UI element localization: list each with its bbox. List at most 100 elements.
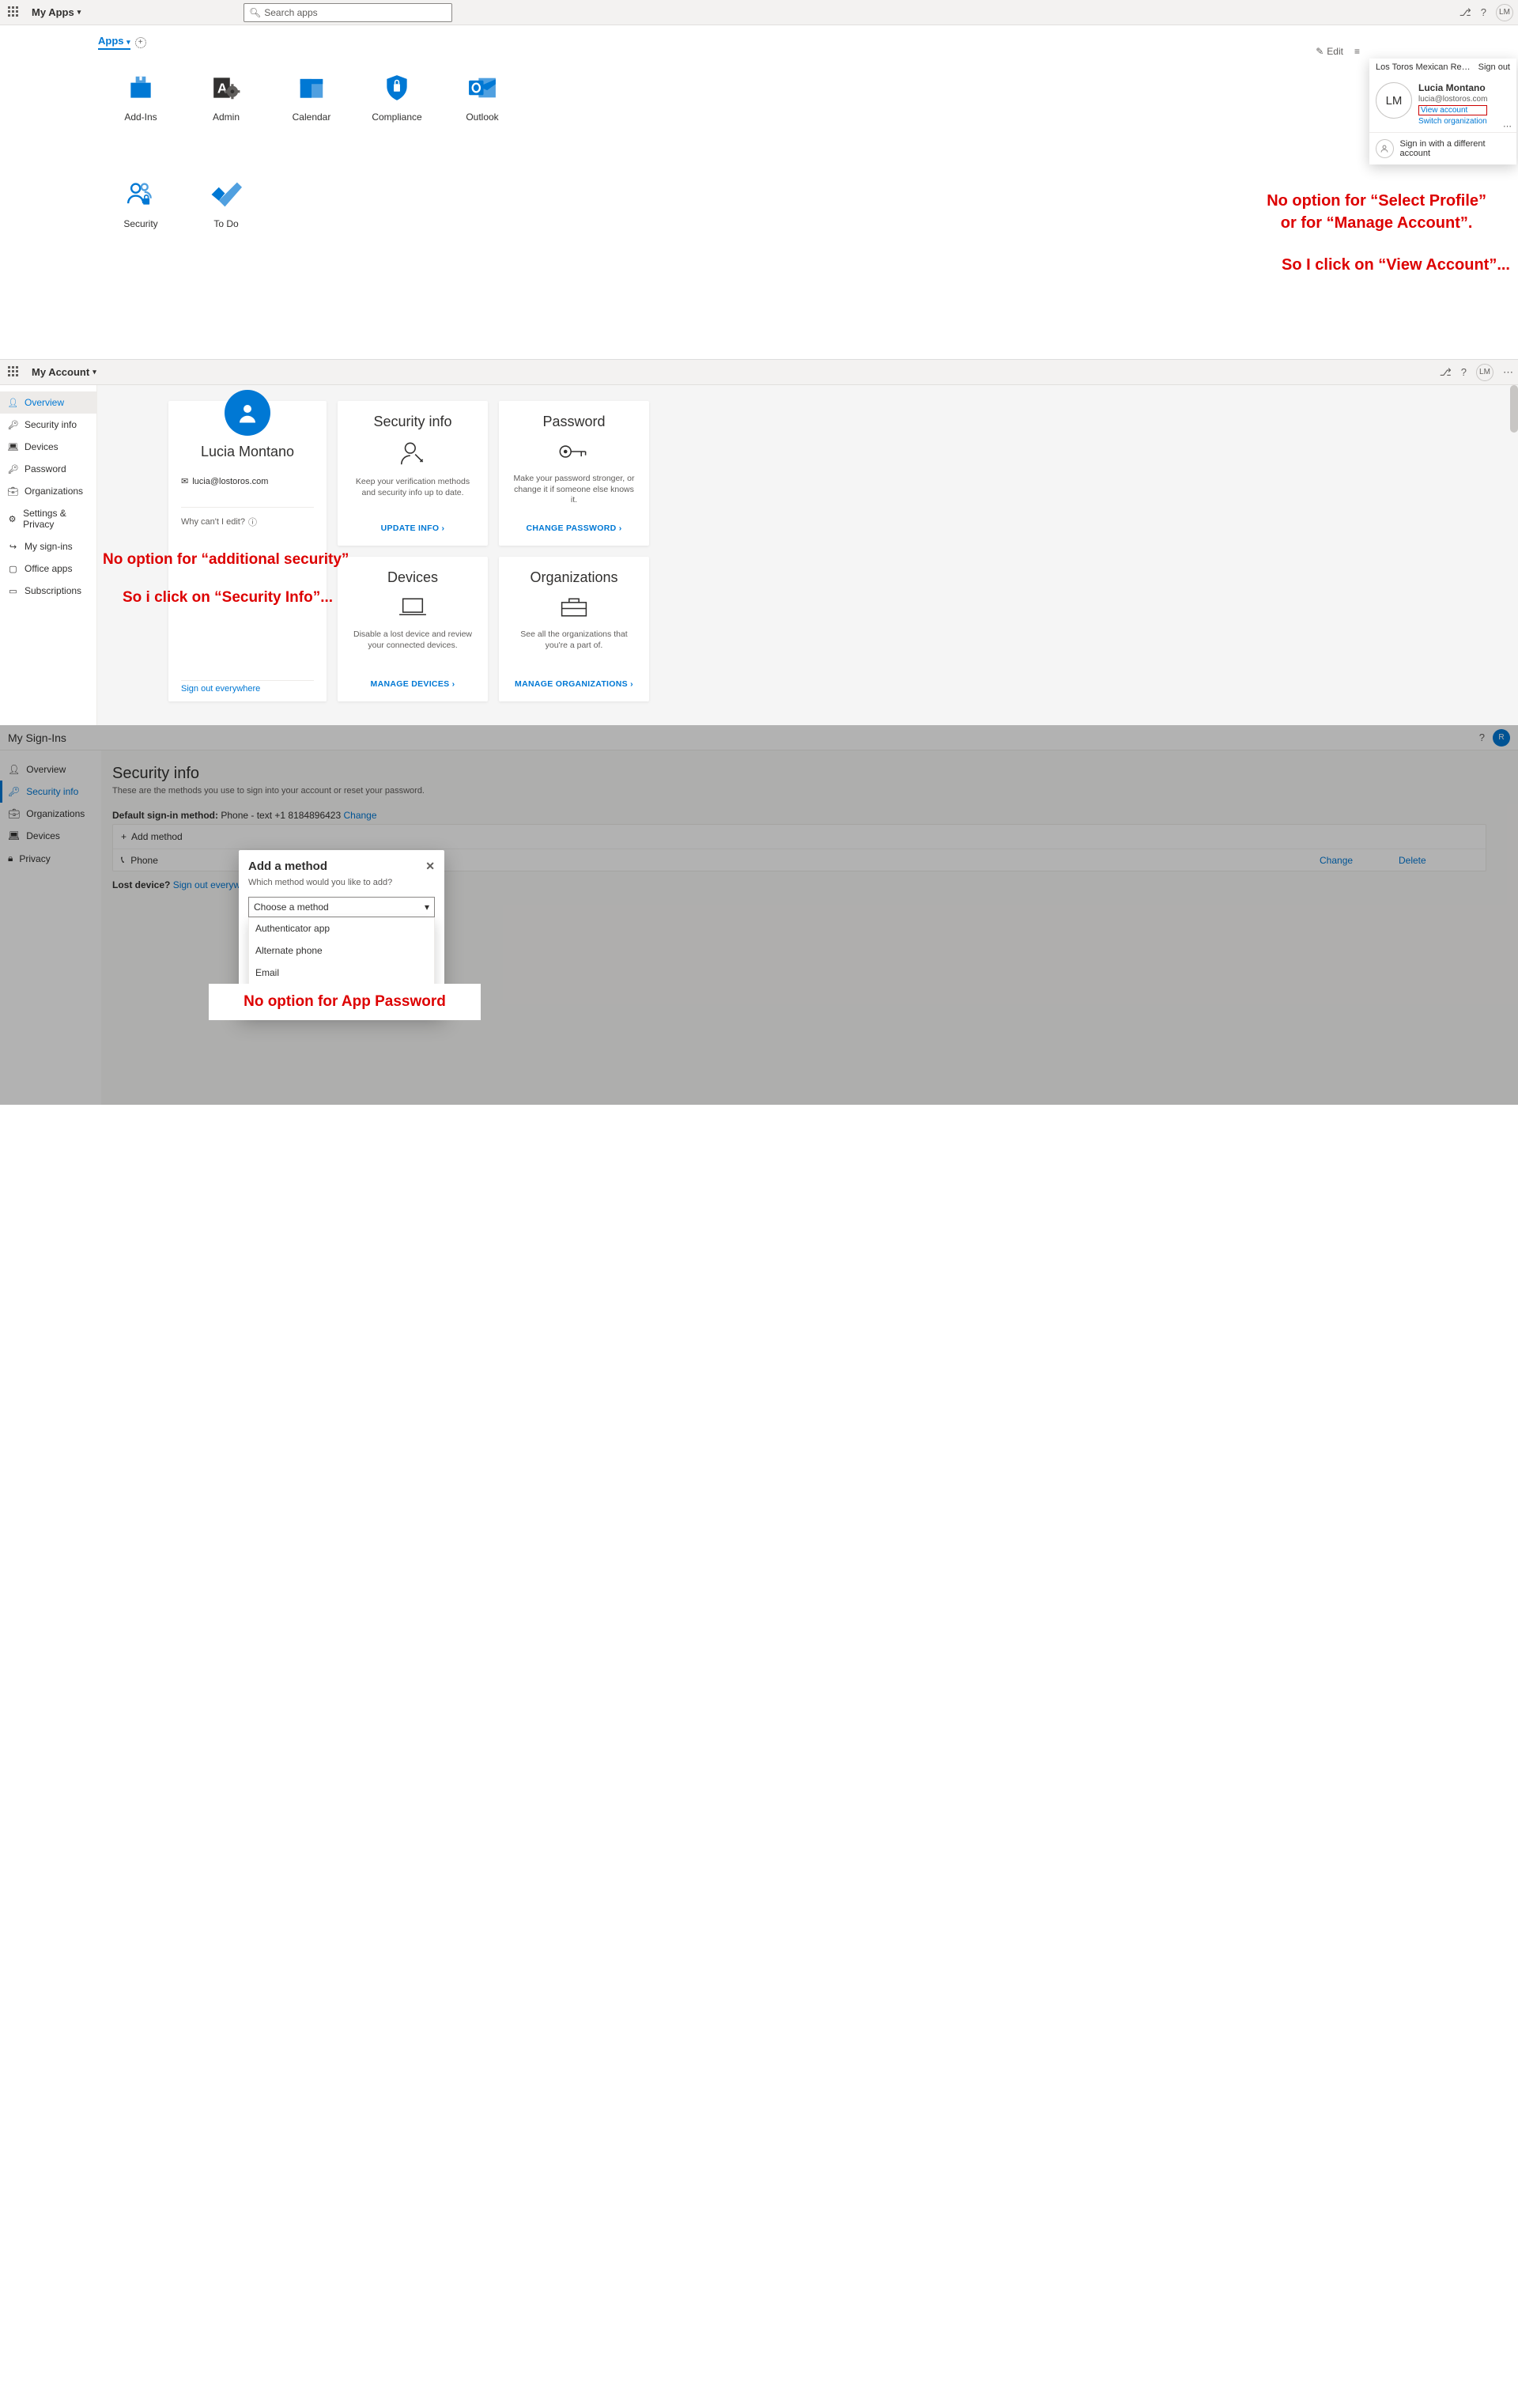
password-card: Password Make your password stronger, or… [499,401,649,546]
app-calendar[interactable]: Calendar [269,72,354,147]
org-chart-icon[interactable]: ⎇ [1459,6,1471,19]
org-chart-icon[interactable]: ⎇ [1440,366,1452,379]
sidebar-item-devices[interactable]: 💻︎Devices [0,436,96,458]
sidebar-label: Overview [25,397,64,408]
app-label: Compliance [372,112,421,123]
list-view-icon[interactable]: ≡ [1354,46,1360,57]
sidebar-label: My sign-ins [25,541,73,552]
calendar-icon [296,72,327,104]
help-icon[interactable]: ? [1481,6,1486,18]
topbar: My Account ▾ ⎇ ? LM ⋯ [0,360,1518,385]
key-icon: 🔑︎ [8,420,18,430]
app-security[interactable]: Security [98,179,183,254]
edit-label: Edit [1327,46,1343,57]
sidebar-item-signins[interactable]: ↪︎My sign-ins [0,535,96,558]
sidebar-item-subscriptions[interactable]: ▭Subscriptions [0,580,96,602]
signout-everywhere-link[interactable]: Sign out everywhere [181,684,260,694]
app-compliance[interactable]: Compliance [354,72,440,147]
add-tab-button[interactable]: + [135,37,146,48]
key-icon [558,440,590,466]
tab-apps[interactable]: Apps ▾ [98,35,130,50]
sidebar-item-overview[interactable]: 👤︎Overview [0,391,96,414]
modal-title: Add a method [248,860,327,873]
option-authenticator[interactable]: Authenticator app [249,917,434,939]
card-desc: Disable a lost device and review your co… [350,629,475,651]
sidebar: 👤︎Overview 🔑︎ Security info 💻︎Devices 🔑︎P… [0,385,97,725]
why-cant-edit[interactable]: Why can't I edit?ⓘ [181,516,257,528]
info-icon: ⓘ [248,516,257,528]
scrollbar[interactable] [1510,385,1518,433]
avatar[interactable]: LM [1496,4,1513,21]
manage-devices-link[interactable]: MANAGE DEVICES › [371,679,455,689]
myaccount-screenshot: My Account ▾ ⎇ ? LM ⋯ 👤︎Overview 🔑︎ Securi… [0,360,1518,725]
card-desc: Keep your verification methods and secur… [350,477,475,498]
update-info-link[interactable]: UPDATE INFO › [381,524,445,533]
profile-avatar-icon [225,390,270,436]
switch-org-link[interactable]: Switch organization [1418,117,1487,126]
sidebar-label: Settings & Privacy [23,508,89,530]
sidebar-item-settings[interactable]: ⚙︎ Settings & Privacy [0,502,96,535]
manage-orgs-link[interactable]: MANAGE ORGANIZATIONS › [515,679,633,689]
option-alternate-phone[interactable]: Alternate phone [249,939,434,962]
myapps-screenshot: My Apps▾ 🔍︎ Search apps ⎇ ? LM Apps ▾ + … [0,0,1518,360]
more-icon[interactable]: ⋯ [1503,121,1512,131]
search-input[interactable]: 🔍︎ Search apps [244,3,452,22]
app-launcher-icon[interactable] [8,6,21,19]
help-icon[interactable]: ? [1461,366,1467,378]
account-flyout: Los Toros Mexican Restaurant & Ca... Sig… [1369,59,1516,164]
modal-backdrop[interactable] [0,725,1518,1105]
gear-icon: ⚙︎ [8,514,17,524]
admin-icon: A [210,72,242,104]
method-select[interactable]: Choose a method ▾ [248,897,435,917]
app-outlook[interactable]: Outlook [440,72,525,147]
card-title: Security info [373,414,451,430]
page-title[interactable]: My Account ▾ [32,366,96,378]
topbar-right: ⎇ ? LM [1459,4,1513,21]
card-title: Devices [387,569,438,586]
flyout-email: lucia@lostoros.com [1418,95,1487,104]
sidebar-label: Password [25,463,66,474]
card-title: Organizations [530,569,617,586]
app-todo[interactable]: To Do [183,179,269,254]
close-icon[interactable]: ✕ [425,860,435,873]
page-title-text: My Account [32,366,89,378]
flyout-name: Lucia Montano [1418,82,1487,93]
org-name: Los Toros Mexican Restaurant & Ca... [1376,62,1471,72]
app-label: Add-Ins [124,112,157,123]
sidebar-item-security[interactable]: 🔑︎ Security info [0,414,96,436]
page-title[interactable]: My Apps▾ [32,6,81,18]
more-icon[interactable]: ⋯ [1503,366,1513,379]
view-account-link[interactable]: View account [1418,105,1487,115]
select-placeholder: Choose a method [254,902,329,913]
addins-icon [125,72,157,104]
office-icon: ▢ [8,564,18,574]
sidebar-label: Security info [25,419,77,430]
app-admin[interactable]: A Admin [183,72,269,147]
chevron-down-icon: ▾ [93,368,96,376]
sidebar-item-password[interactable]: 🔑︎Password [0,458,96,480]
search-icon: 🔍︎ [249,7,261,18]
pencil-icon: ✎ [1316,46,1324,57]
sidebar-item-office[interactable]: ▢Office apps [0,558,96,580]
avatar[interactable]: LM [1476,364,1493,381]
change-password-link[interactable]: CHANGE PASSWORD › [527,524,622,533]
search-placeholder: Search apps [264,7,317,18]
tabs: Apps ▾ + [98,35,1518,50]
person-key-icon [398,440,428,469]
sidebar-item-organizations[interactable]: 💼︎Organizations [0,480,96,502]
annotation: No option for “additional security” [103,551,349,569]
profile-email: ✉︎lucia@lostoros.com [181,476,268,486]
option-email[interactable]: Email [249,962,434,984]
edit-button[interactable]: ✎Edit ≡ [1316,46,1360,57]
signin-different-label: Sign in with a different account [1400,139,1510,158]
briefcase-icon: 💼︎ [8,486,18,497]
signin-different-account[interactable]: Sign in with a different account [1369,133,1516,164]
tab-apps-label: Apps [98,35,124,47]
signout-link[interactable]: Sign out [1478,62,1510,72]
security-icon [125,179,157,210]
app-launcher-icon[interactable] [8,366,21,379]
sidebar-label: Subscriptions [25,585,81,596]
app-addins[interactable]: Add-Ins [98,72,183,147]
annotation: No option for App Password [209,984,481,1020]
page-title-text: My Apps [32,6,74,18]
